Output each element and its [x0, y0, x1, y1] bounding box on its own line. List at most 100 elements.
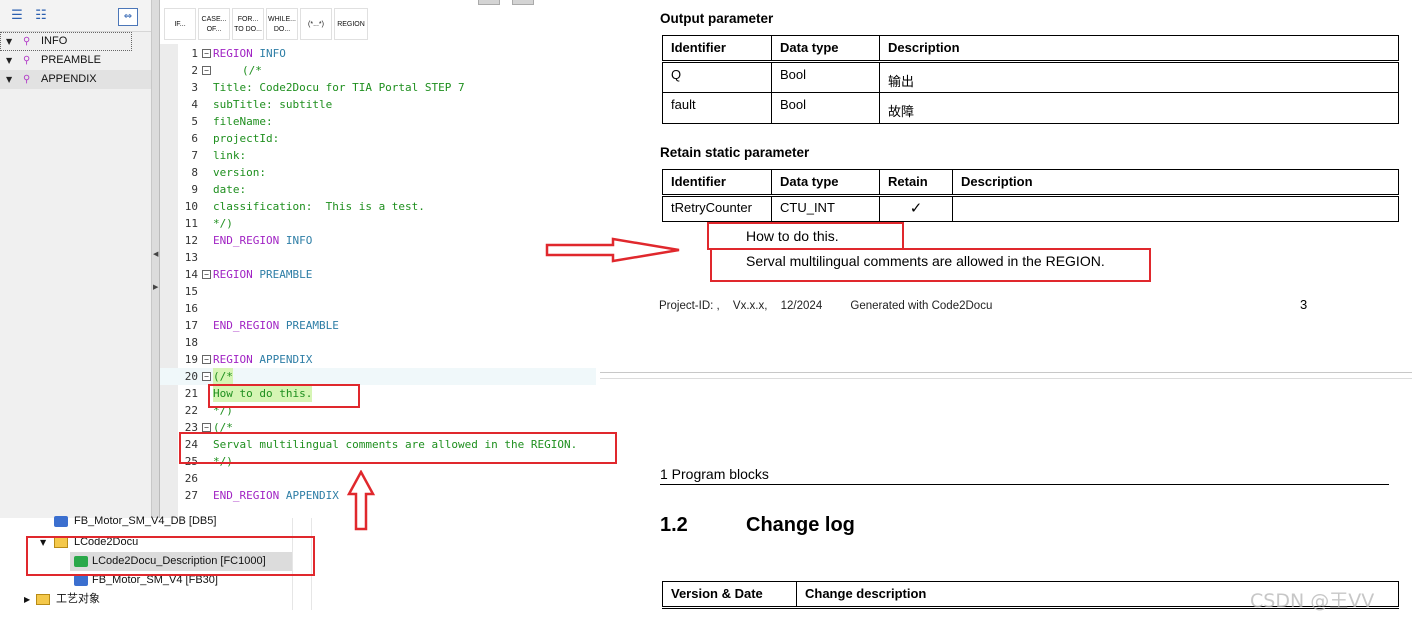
table-row: fault Bool 故障 [662, 92, 1399, 124]
tree-row-db[interactable]: FB_Motor_SM_V4_DB [DB5] [20, 512, 312, 531]
code-line: 17 END_REGION PREAMBLE [184, 319, 339, 332]
code-line: 13 [184, 251, 198, 264]
snippet-comment-button[interactable]: (*...*) [300, 8, 332, 40]
table-cell: Q [662, 61, 772, 93]
pane-splitter[interactable]: ◀ ▶ [152, 0, 160, 518]
fold-toggle-icon[interactable]: − [202, 66, 211, 75]
code-line: 9 date: [191, 183, 247, 196]
fold-toggle-icon[interactable]: − [202, 423, 211, 432]
page-footer: Project-ID: , Vx.x.x, 12/2024 Generated … [659, 300, 992, 312]
code-line: 26 [184, 472, 198, 485]
page-number: 3 [1300, 297, 1308, 312]
table-row: Q Bool 输出 [662, 61, 1399, 93]
watermark: CSDN @王VV [1250, 590, 1375, 612]
page-break [600, 378, 1412, 379]
footer-generated: Generated with Code2Docu [850, 300, 993, 312]
output-parameter-heading: Output parameter [660, 11, 774, 26]
collapse-triangle-icon[interactable]: ▼ [6, 51, 12, 70]
snippet-for-button[interactable]: FOR... TO DO... [232, 8, 264, 40]
fold-toggle-icon[interactable]: − [202, 49, 211, 58]
footer-date: 12/2024 [780, 300, 823, 312]
code-line: 8 version: [191, 166, 266, 179]
expand-triangle-icon[interactable]: ▶ [24, 590, 30, 609]
tree-row-technology-objects[interactable]: ▶ 工艺对象 [20, 590, 312, 609]
nav-item-info[interactable]: ▼ ⚲ INFO [0, 32, 132, 51]
code-line-current: 20− (/* [160, 368, 596, 385]
column-header: Data type [771, 169, 880, 197]
retain-static-table: Identifier Data type Retain Description … [662, 169, 1399, 222]
code-line: 19− REGION APPENDIX [184, 353, 313, 366]
section-number: 1.2 [660, 514, 688, 536]
fold-toggle-icon[interactable]: − [202, 270, 211, 279]
snippet-if-button[interactable]: IF... [164, 8, 196, 40]
table-cell: 故障 [879, 92, 1399, 124]
nav-item-preamble[interactable]: ▼ ⚲ PREAMBLE [0, 51, 151, 70]
table-cell [952, 195, 1399, 222]
annotation-box-doc-how-to [707, 222, 904, 250]
nav-item-label: INFO [41, 35, 68, 47]
annotation-box-tree [26, 536, 315, 576]
expand-right-icon[interactable]: ▶ [153, 283, 158, 291]
up-arrow-icon [346, 470, 376, 531]
snippet-case-button[interactable]: CASE... OF... [198, 8, 230, 40]
code-line: 3 Title: Code2Docu for TIA Portal STEP 7 [191, 81, 465, 94]
top-tab-right[interactable] [512, 0, 534, 5]
table-header-row: Identifier Data type Retain Description [662, 169, 1399, 197]
code-line: 12 END_REGION INFO [184, 234, 313, 247]
collapse-all-icon[interactable]: ☷ [32, 8, 50, 24]
code-line: 27 END_REGION APPENDIX [184, 489, 339, 502]
nav-item-label: PREAMBLE [41, 54, 101, 66]
column-header: Data type [771, 35, 880, 63]
code-line: 2− (/* [191, 64, 262, 77]
footer-project-id: Project-ID: , [659, 300, 720, 312]
snippet-while-button[interactable]: WHILE... DO... [266, 8, 298, 40]
fb-block-icon [74, 575, 88, 586]
region-pin-icon: ⚲ [23, 36, 31, 47]
window-top-strip [478, 0, 538, 6]
code-line: 6 projectId: [191, 132, 280, 145]
collapse-triangle-icon[interactable]: ▼ [6, 70, 12, 89]
annotation-box-how-to [208, 384, 360, 408]
section-title: Change log [746, 514, 855, 536]
code-line: 1− REGION INFO [191, 47, 286, 60]
code-line: 16 [184, 302, 198, 315]
annotation-box-doc-multilingual [710, 248, 1151, 282]
expand-all-icon[interactable]: ☰ [8, 8, 26, 24]
code-line: 11 */) [184, 217, 233, 230]
column-header: Identifier [662, 35, 772, 63]
table-header-row: Identifier Data type Description [662, 35, 1399, 63]
sync-navigation-icon[interactable]: ⇔ [118, 8, 138, 26]
snippet-region-button[interactable]: REGION [334, 8, 368, 40]
region-pin-icon: ⚲ [23, 55, 31, 66]
table-cell: CTU_INT [771, 195, 880, 222]
table-cell: fault [662, 92, 772, 124]
collapse-triangle-icon[interactable]: ▼ [6, 32, 12, 51]
region-navigator: ☰ ☷ ⇔ ▼ ⚲ INFO ▼ ⚲ PREAMBLE ▼ ⚲ APPENDIX [0, 0, 152, 518]
region-pin-icon: ⚲ [23, 74, 31, 85]
fold-toggle-icon[interactable]: − [202, 372, 211, 381]
table-row: tRetryCounter CTU_INT ✓ [662, 195, 1399, 222]
nav-item-appendix[interactable]: ▼ ⚲ APPENDIX [0, 70, 151, 89]
nav-item-label: APPENDIX [41, 73, 97, 85]
fold-toggle-icon[interactable]: − [202, 355, 211, 364]
retain-static-heading: Retain static parameter [660, 145, 810, 160]
snippet-toolbar: IF... CASE... OF... FOR... TO DO... WHIL… [160, 8, 368, 42]
code-line: 18 [184, 336, 198, 349]
section-heading: 1.2 Change log [660, 514, 855, 537]
header-rule [660, 484, 1389, 485]
top-tab-left[interactable] [478, 0, 500, 5]
code-line: 7 link: [191, 149, 247, 162]
code-line: 4 subTitle: subtitle [191, 98, 333, 111]
column-header: Version & Date [662, 581, 797, 609]
code-line: 15 [184, 285, 198, 298]
collapse-left-icon[interactable]: ◀ [153, 250, 158, 258]
folder-icon [36, 594, 50, 605]
table-cell: Bool [771, 61, 880, 93]
column-header: Description [952, 169, 1399, 197]
column-header: Identifier [662, 169, 772, 197]
navigator-toolbar: ☰ ☷ ⇔ [0, 0, 151, 32]
table-cell: 输出 [879, 61, 1399, 93]
column-header: Retain [879, 169, 953, 197]
code-line: 5 fileName: [191, 115, 273, 128]
db-block-icon [54, 516, 68, 527]
